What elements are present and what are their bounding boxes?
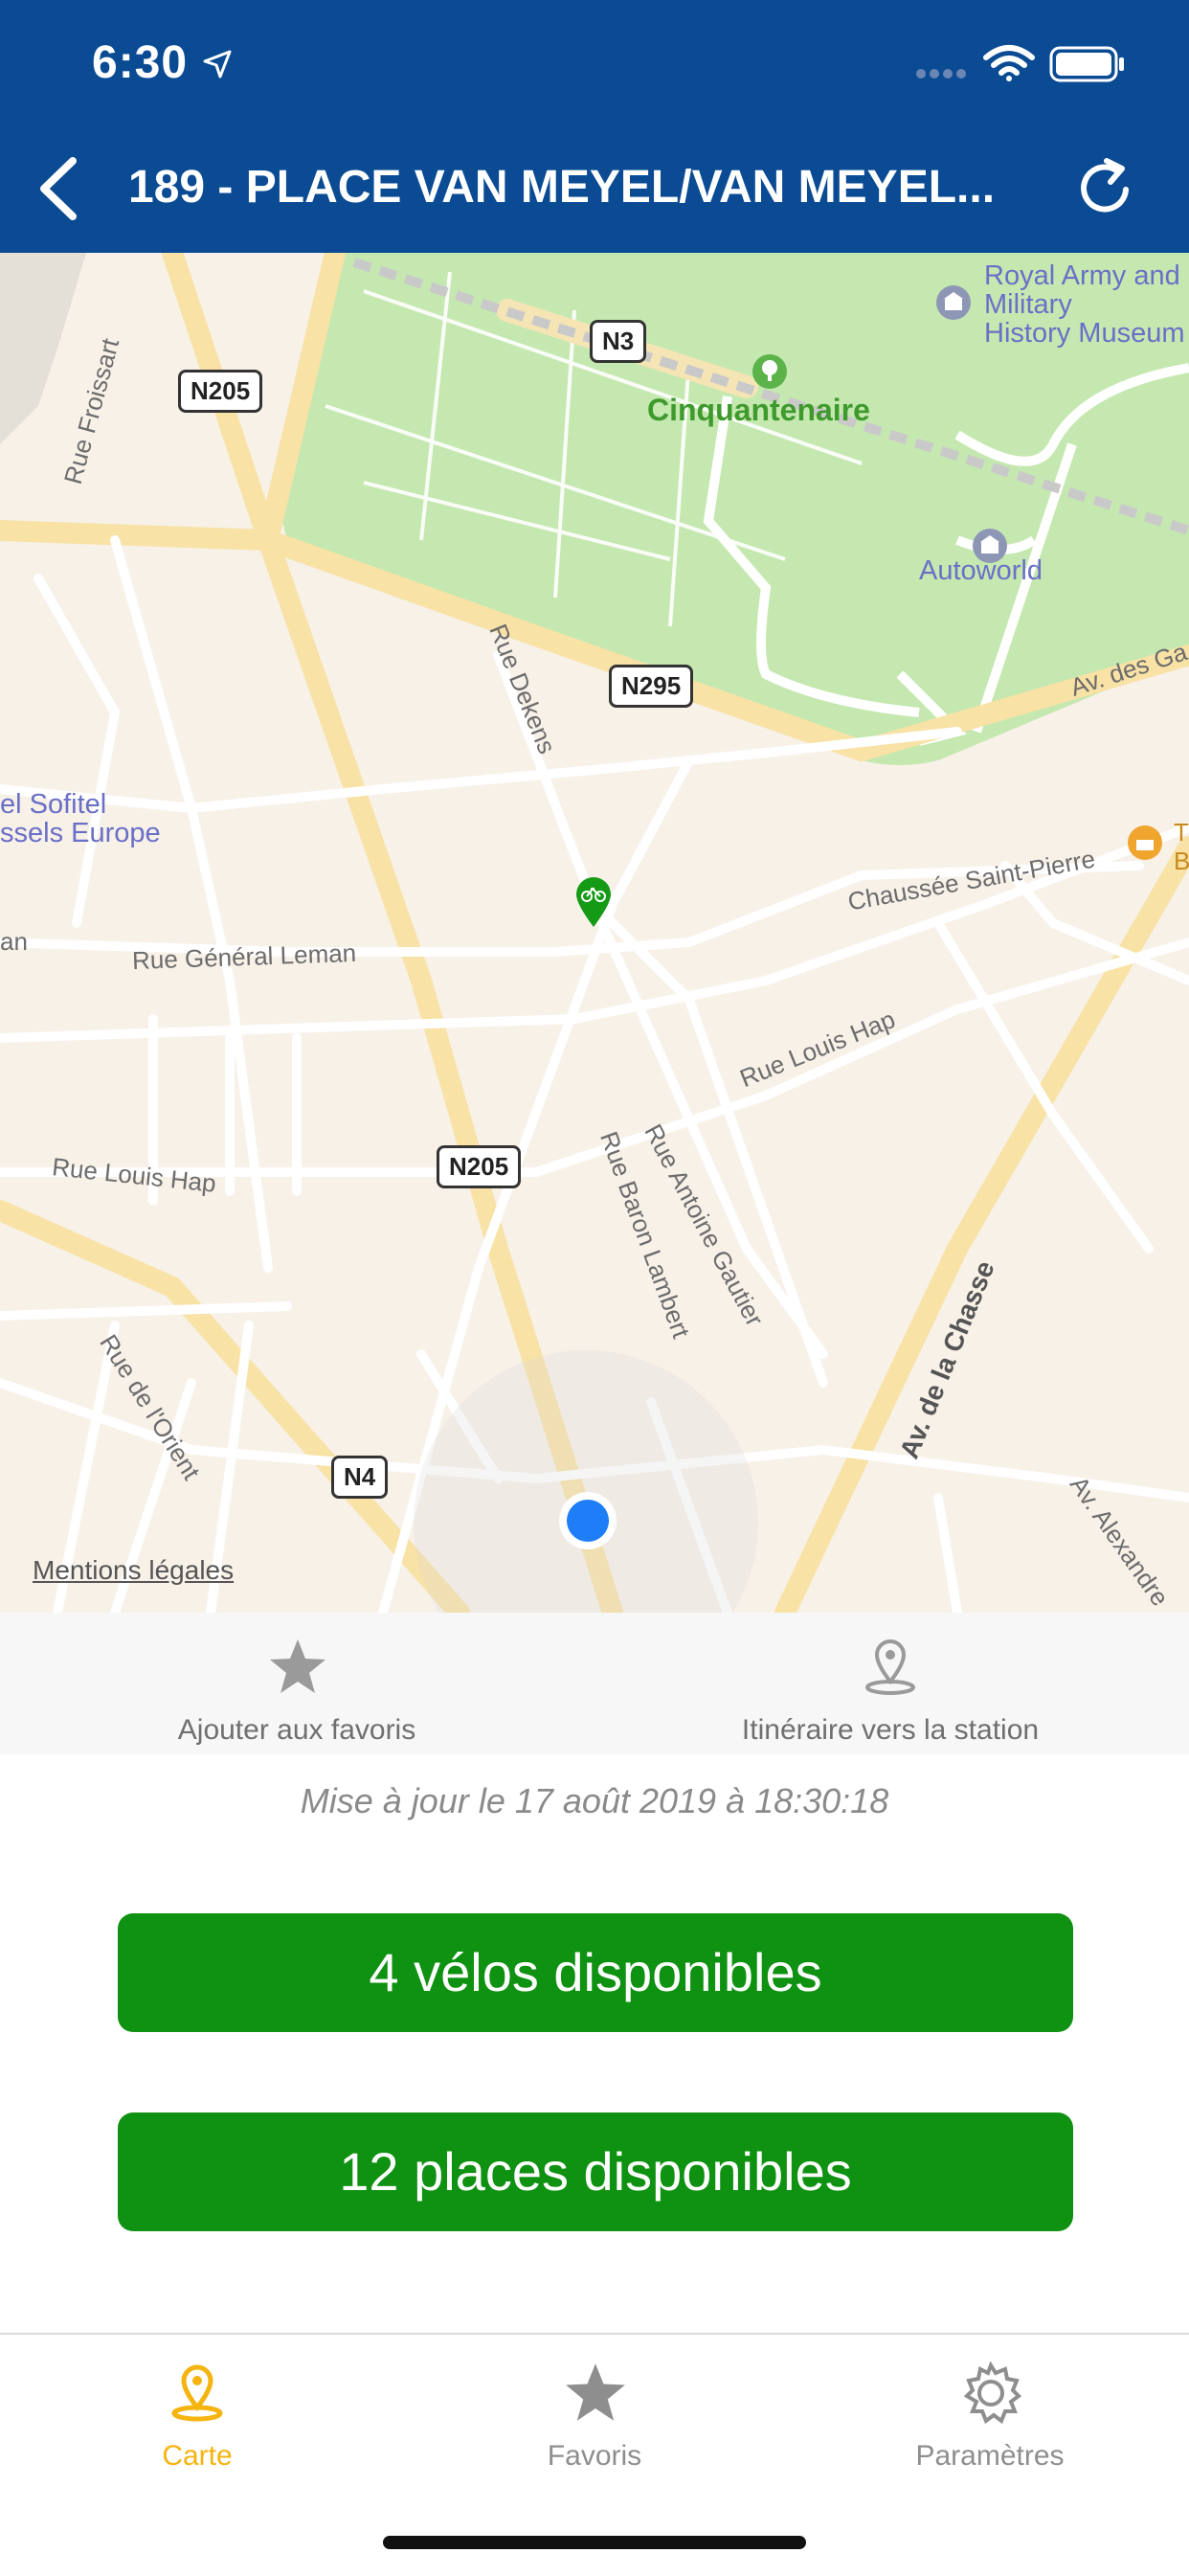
- cell-signal-icon: [916, 69, 966, 79]
- map-label: B: [1174, 847, 1189, 875]
- back-chevron-icon[interactable]: [31, 155, 88, 222]
- map-label: T: [1174, 818, 1189, 847]
- tab-label: Paramètres: [915, 2440, 1065, 2472]
- shopping-basket-icon: [1128, 825, 1162, 860]
- map-base: [0, 253, 1189, 1613]
- star-icon: [566, 2363, 625, 2421]
- museum-icon: [936, 285, 971, 320]
- bikes-available-badge: 4 vélos disponibles: [118, 1913, 1073, 2032]
- route-to-station-button[interactable]: Itinéraire vers la station: [651, 1613, 1130, 1754]
- map-label: Autoworld: [919, 555, 1043, 586]
- places-available-badge: 12 places disponibles: [118, 2113, 1073, 2231]
- user-location-dot-icon: [559, 1492, 617, 1549]
- road-shield: N4: [331, 1456, 389, 1499]
- road-shield: N205: [437, 1145, 522, 1188]
- map-label: ssels Europe: [0, 818, 161, 848]
- road-shield: N3: [590, 320, 647, 363]
- map-label: Military: [984, 289, 1072, 320]
- map-label: el Sofitel: [0, 789, 107, 820]
- location-pin-icon: [865, 1639, 915, 1695]
- station-title: 189 - PLACE VAN MEYEL/VAN MEYEL...: [128, 162, 996, 213]
- add-favorite-button[interactable]: Ajouter aux favoris: [57, 1613, 536, 1754]
- station-actions: Ajouter aux favoris Itinéraire vers la s…: [0, 1613, 1189, 1754]
- legal-link[interactable]: Mentions légales: [33, 1555, 234, 1586]
- header-bar: 6:30 189 - PLACE VAN MEYEL/VAN MEYEL...: [0, 0, 1189, 253]
- map-label: Cinquantenaire: [647, 393, 870, 427]
- refresh-icon[interactable]: [1072, 155, 1139, 222]
- bike-station-marker-icon[interactable]: [574, 875, 613, 929]
- route-to-station-label: Itinéraire vers la station: [741, 1714, 1040, 1746]
- map-pin-icon: [171, 2364, 223, 2422]
- location-arrow-icon: [203, 50, 232, 79]
- road-shield: N205: [178, 370, 263, 413]
- map-view[interactable]: Royal Army and Military History Museum C…: [0, 253, 1189, 1613]
- gear-icon: [963, 2361, 1022, 2425]
- wifi-icon: [983, 45, 1035, 81]
- last-update-text: Mise à jour le 17 août 2019 à 18:30:18: [300, 1781, 889, 1820]
- status-time: 6:30: [92, 37, 189, 88]
- add-favorite-label: Ajouter aux favoris: [177, 1714, 416, 1746]
- road-shield: N295: [609, 665, 694, 708]
- map-label: Royal Army and: [984, 260, 1180, 291]
- tab-label: Favoris: [547, 2440, 642, 2472]
- tab-label: Carte: [162, 2440, 233, 2472]
- home-indicator: [383, 2536, 806, 2549]
- battery-icon: [1049, 46, 1124, 82]
- park-tree-icon: [752, 354, 787, 389]
- map-label: an: [0, 927, 28, 956]
- star-icon: [270, 1639, 325, 1693]
- map-label: History Museum: [984, 318, 1185, 349]
